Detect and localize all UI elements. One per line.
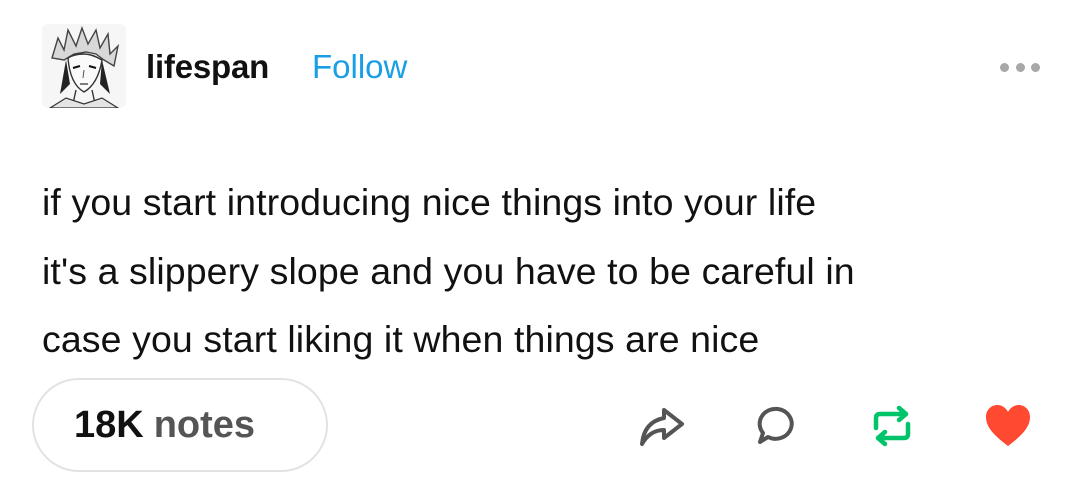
reply-icon[interactable] xyxy=(752,400,804,452)
notes-button[interactable]: 18K notes xyxy=(32,378,328,472)
notes-label: notes xyxy=(153,403,256,446)
post-text-line: it's a slippery slope and you have to be… xyxy=(42,249,855,292)
tumblr-post: lifespan Follow if you start introducing… xyxy=(0,0,1080,482)
follow-button[interactable]: Follow xyxy=(312,48,407,86)
avatar[interactable] xyxy=(42,24,126,108)
heart-icon[interactable] xyxy=(982,400,1034,452)
anime-portrait-avatar-icon xyxy=(42,24,126,108)
post-body: if you start introducing nice things int… xyxy=(42,168,1052,374)
dot xyxy=(1000,62,1009,72)
dot xyxy=(1015,62,1025,72)
post-text-line: case you start liking it when things are… xyxy=(42,318,760,360)
notes-count: 18K xyxy=(74,403,144,446)
post-text-line: if you start introducing nice things int… xyxy=(42,181,817,223)
reblog-icon[interactable] xyxy=(866,400,918,452)
username[interactable]: lifespan xyxy=(146,48,269,86)
post-header: lifespan Follow xyxy=(40,22,1040,110)
ellipsis-icon[interactable] xyxy=(1000,60,1040,74)
share-icon[interactable] xyxy=(636,400,688,452)
dot xyxy=(1031,62,1040,72)
